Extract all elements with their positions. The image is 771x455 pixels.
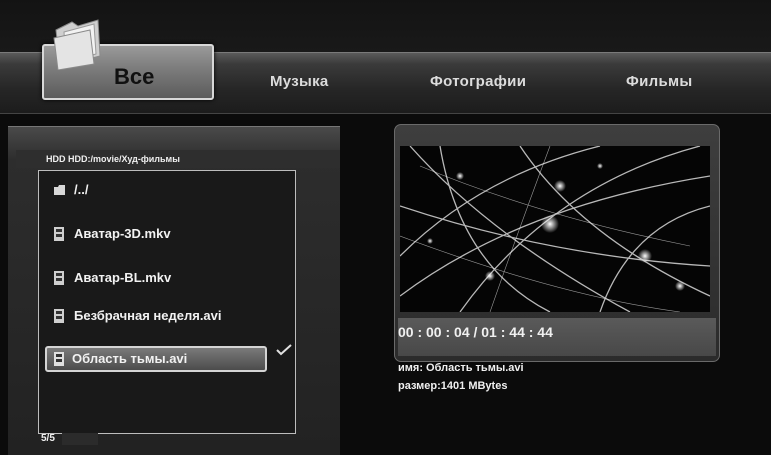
video-preview: [399, 145, 711, 313]
video-file-icon: [54, 271, 64, 285]
list-item-label: Безбрачная неделя.avi: [74, 308, 222, 323]
light-streaks-image: [399, 145, 711, 313]
video-file-icon: [54, 309, 64, 323]
list-item-label: Область тьмы.avi: [72, 351, 188, 366]
tab-photos[interactable]: Фотографии: [430, 73, 526, 90]
list-item-label: Аватар-BL.mkv: [74, 270, 172, 285]
tab-all-label: Все: [114, 64, 155, 89]
file-name-info: имя: Область тьмы.avi: [398, 362, 524, 374]
playback-time: 00 : 00 : 04 / 01 : 44 : 44: [398, 324, 553, 340]
tab-movies[interactable]: Фильмы: [626, 73, 692, 90]
list-item-label: Аватар-3D.mkv: [74, 226, 171, 241]
folder-icon: [54, 185, 65, 195]
tab-music[interactable]: Музыка: [270, 73, 329, 90]
pager-count: 5/5: [41, 433, 55, 444]
video-file-icon: [54, 227, 64, 241]
pager-bar: [62, 433, 98, 445]
list-item-selected[interactable]: Область тьмы.avi: [45, 346, 267, 372]
file-list: [38, 170, 296, 434]
list-item-label: /../: [74, 182, 89, 197]
checkmark-icon: [276, 344, 292, 356]
file-size-info: размер:1401 MBytes: [398, 380, 508, 392]
video-file-icon: [54, 352, 64, 366]
current-path: HDD HDD:/movie/Худ-фильмы: [16, 150, 340, 168]
folder-icon: [53, 19, 101, 70]
